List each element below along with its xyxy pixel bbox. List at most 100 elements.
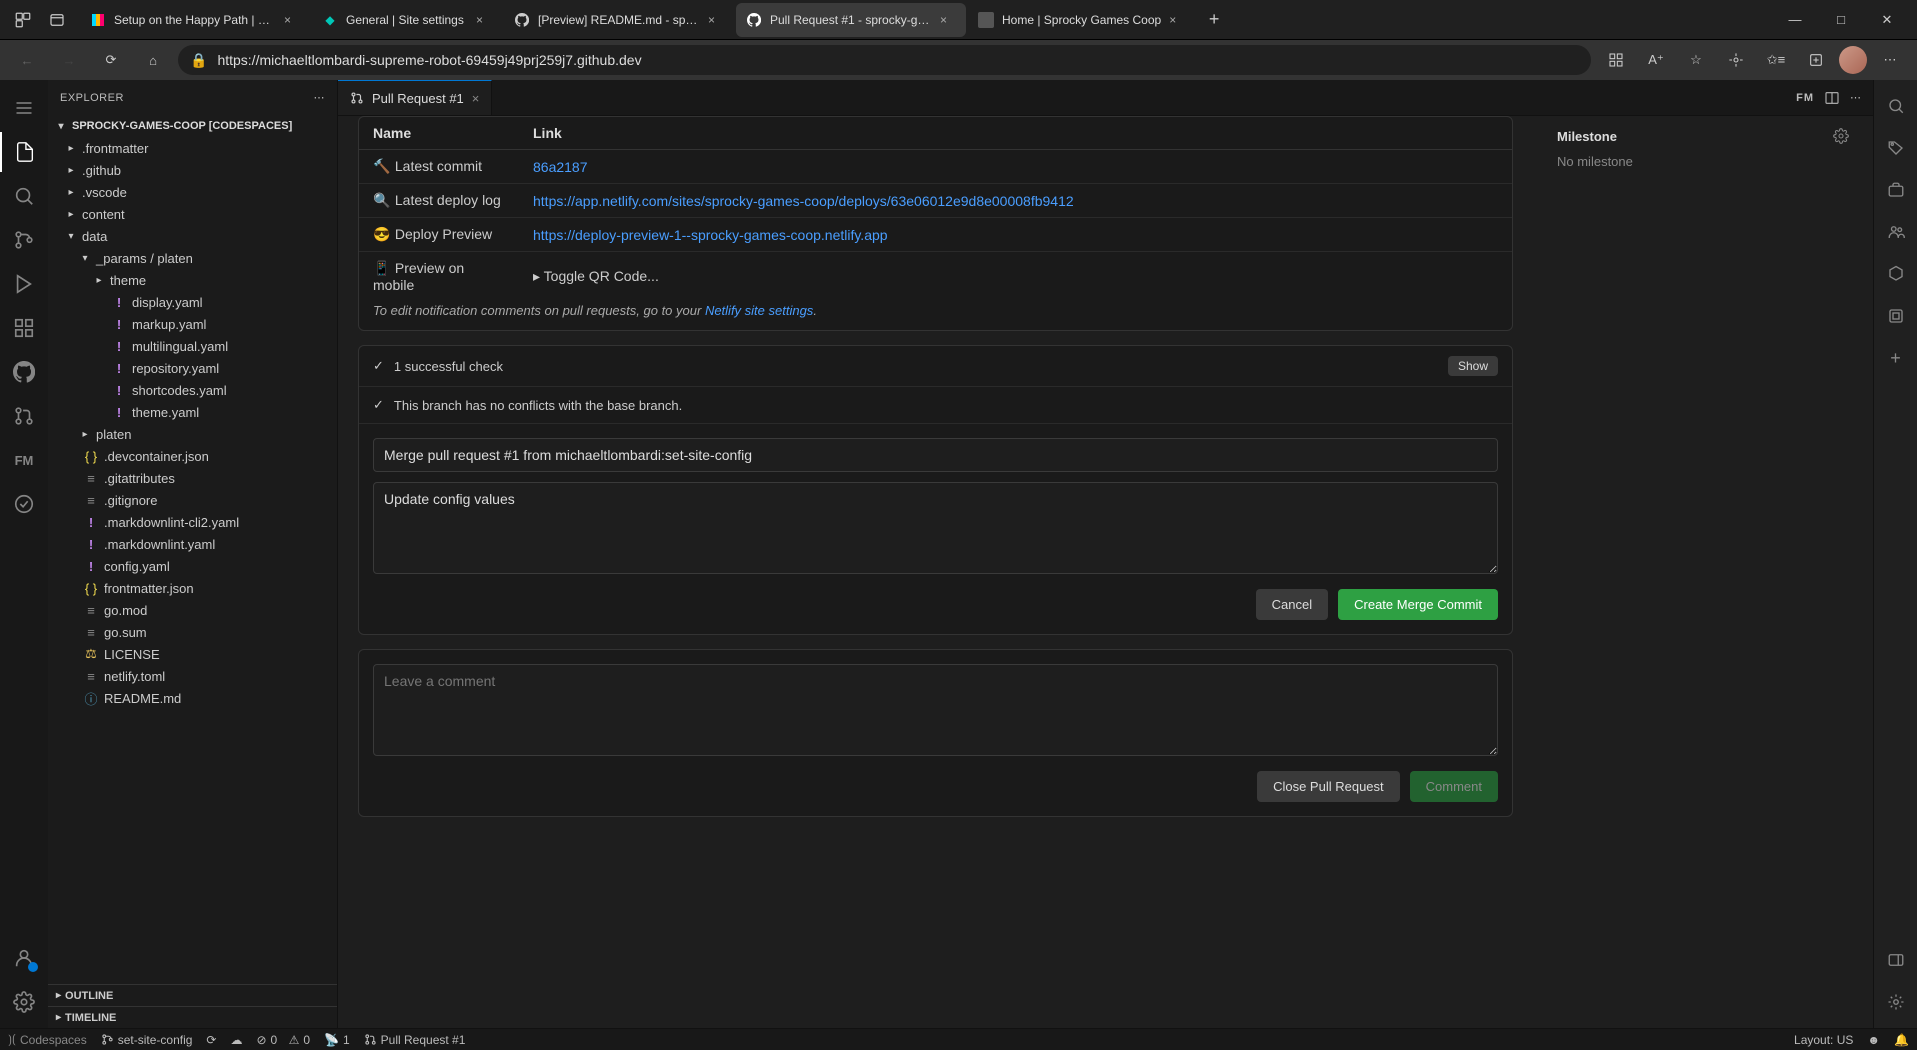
close-icon[interactable]: × <box>472 91 480 106</box>
tree-item[interactable]: ▾_params / platen <box>48 247 337 269</box>
more-editor-icon[interactable]: ⋯ <box>1850 91 1861 104</box>
panel-side-icon[interactable] <box>1874 942 1917 978</box>
extensions-icon[interactable] <box>1719 43 1753 77</box>
sb-layout[interactable]: Layout: US <box>1794 1033 1853 1047</box>
tree-item[interactable]: ≡.gitattributes <box>48 467 337 489</box>
source-control-icon[interactable] <box>0 220 48 260</box>
back-button[interactable]: ← <box>10 43 44 77</box>
explorer-icon[interactable] <box>0 132 48 172</box>
favorite-icon[interactable]: ☆ <box>1679 43 1713 77</box>
tree-item[interactable]: ≡.gitignore <box>48 489 337 511</box>
workspaces-icon[interactable] <box>6 3 40 37</box>
merge-body-input[interactable]: Update config values <box>373 482 1498 574</box>
sb-cloud[interactable]: ☁ <box>230 1033 242 1047</box>
tree-item[interactable]: !multilingual.yaml <box>48 335 337 357</box>
close-icon[interactable]: × <box>476 13 492 27</box>
tree-item[interactable]: ▸content <box>48 203 337 225</box>
tree-item[interactable]: { }.devcontainer.json <box>48 445 337 467</box>
tree-item[interactable]: ▸platen <box>48 423 337 445</box>
explorer-actions-icon[interactable]: ⋯ <box>314 91 326 104</box>
fm-action-icon[interactable]: FM <box>1796 92 1814 104</box>
tree-item[interactable]: ▸.frontmatter <box>48 137 337 159</box>
tree-item[interactable]: ⓘREADME.md <box>48 687 337 709</box>
home-button[interactable]: ⌂ <box>136 43 170 77</box>
tag-side-icon[interactable] <box>1874 130 1917 166</box>
tree-item[interactable]: ≡netlify.toml <box>48 665 337 687</box>
tab-actions-icon[interactable] <box>40 3 74 37</box>
search-icon[interactable] <box>0 176 48 216</box>
tree-item[interactable]: ▸theme <box>48 269 337 291</box>
briefcase-side-icon[interactable] <box>1874 172 1917 208</box>
tree-item[interactable]: ▸.vscode <box>48 181 337 203</box>
comment-button[interactable]: Comment <box>1410 771 1498 802</box>
sb-problems[interactable]: ⊘0 ⚠0 <box>256 1033 310 1047</box>
tree-item[interactable]: { }frontmatter.json <box>48 577 337 599</box>
tree-item[interactable]: ≡go.sum <box>48 621 337 643</box>
create-merge-button[interactable]: Create Merge Commit <box>1338 589 1498 620</box>
tree-item[interactable]: !repository.yaml <box>48 357 337 379</box>
profile-avatar[interactable] <box>1839 46 1867 74</box>
tree-item[interactable]: ▾data <box>48 225 337 247</box>
tab-home[interactable]: Home | Sprocky Games Coop × <box>968 3 1195 37</box>
tree-root[interactable]: ▾ SPROCKY-GAMES-COOP [CODESPACES] <box>48 115 337 137</box>
row-link[interactable]: https://deploy-preview-1--sprocky-games-… <box>533 227 888 243</box>
gear-icon[interactable] <box>1833 128 1849 144</box>
tree-item[interactable]: !.markdownlint.yaml <box>48 533 337 555</box>
tree-item[interactable]: ⚖LICENSE <box>48 643 337 665</box>
row-link[interactable]: https://app.netlify.com/sites/sprocky-ga… <box>533 193 1074 209</box>
close-icon[interactable]: × <box>1169 13 1185 27</box>
tree-item[interactable]: !display.yaml <box>48 291 337 313</box>
sb-feedback-icon[interactable]: ☻ <box>1867 1033 1880 1047</box>
extensions-activity-icon[interactable] <box>0 308 48 348</box>
gear-side-icon[interactable] <box>1874 984 1917 1020</box>
close-icon[interactable]: × <box>940 13 956 27</box>
tree-item[interactable]: !markup.yaml <box>48 313 337 335</box>
pull-requests-icon[interactable] <box>0 396 48 436</box>
tree-item[interactable]: ≡go.mod <box>48 599 337 621</box>
office-side-icon[interactable] <box>1874 298 1917 334</box>
sb-codespaces[interactable]: ⟯⟮Codespaces <box>8 1032 87 1047</box>
tree-item[interactable]: !config.yaml <box>48 555 337 577</box>
close-icon[interactable]: × <box>708 13 724 27</box>
comment-input[interactable] <box>373 664 1498 756</box>
collections-icon[interactable] <box>1799 43 1833 77</box>
hex-side-icon[interactable] <box>1874 256 1917 292</box>
liveshare-icon[interactable] <box>0 484 48 524</box>
app-mode-icon[interactable] <box>1599 43 1633 77</box>
editor-tab-pr[interactable]: Pull Request #1 × <box>338 80 492 115</box>
sb-bell-icon[interactable]: 🔔 <box>1894 1033 1909 1047</box>
merge-title-input[interactable] <box>373 438 1498 472</box>
tree-item[interactable]: !.markdownlint-cli2.yaml <box>48 511 337 533</box>
tree-item[interactable]: !theme.yaml <box>48 401 337 423</box>
timeline-section[interactable]: ▸TIMELINE <box>48 1006 337 1028</box>
more-icon[interactable]: ⋯ <box>1873 43 1907 77</box>
tab-netlify[interactable]: ◆ General | Site settings × <box>312 3 502 37</box>
close-window-icon[interactable]: ✕ <box>1873 12 1901 28</box>
tab-platen[interactable]: Setup on the Happy Path | Platen × <box>80 3 310 37</box>
minimize-icon[interactable]: ― <box>1781 12 1809 28</box>
new-tab-button[interactable]: + <box>1197 3 1231 37</box>
reading-icon[interactable]: A⁺ <box>1639 43 1673 77</box>
maximize-icon[interactable]: □ <box>1827 12 1855 28</box>
sb-branch[interactable]: set-site-config <box>101 1033 193 1047</box>
sb-sync[interactable]: ⟳ <box>206 1033 216 1047</box>
cancel-button[interactable]: Cancel <box>1256 589 1328 620</box>
forward-button[interactable]: → <box>52 43 86 77</box>
tab-pull-request[interactable]: Pull Request #1 - sprocky-games × <box>736 3 966 37</box>
people-side-icon[interactable] <box>1874 214 1917 250</box>
split-editor-icon[interactable] <box>1824 90 1840 106</box>
tab-preview-readme[interactable]: [Preview] README.md - sprocky × <box>504 3 734 37</box>
tree-item[interactable]: ▸.github <box>48 159 337 181</box>
fm-icon[interactable]: FM <box>0 440 48 480</box>
row-link[interactable]: 86a2187 <box>533 159 588 175</box>
toggle-qr[interactable]: ▸ Toggle QR Code... <box>533 268 659 284</box>
tree-item[interactable]: !shortcodes.yaml <box>48 379 337 401</box>
accounts-icon[interactable] <box>0 938 48 978</box>
favorites-bar-icon[interactable]: ✩≡ <box>1759 43 1793 77</box>
run-debug-icon[interactable] <box>0 264 48 304</box>
menu-icon[interactable] <box>0 88 48 128</box>
footnote-link[interactable]: Netlify site settings <box>705 303 813 318</box>
settings-gear-icon[interactable] <box>0 982 48 1022</box>
show-button[interactable]: Show <box>1448 356 1498 376</box>
outline-section[interactable]: ▸OUTLINE <box>48 984 337 1006</box>
